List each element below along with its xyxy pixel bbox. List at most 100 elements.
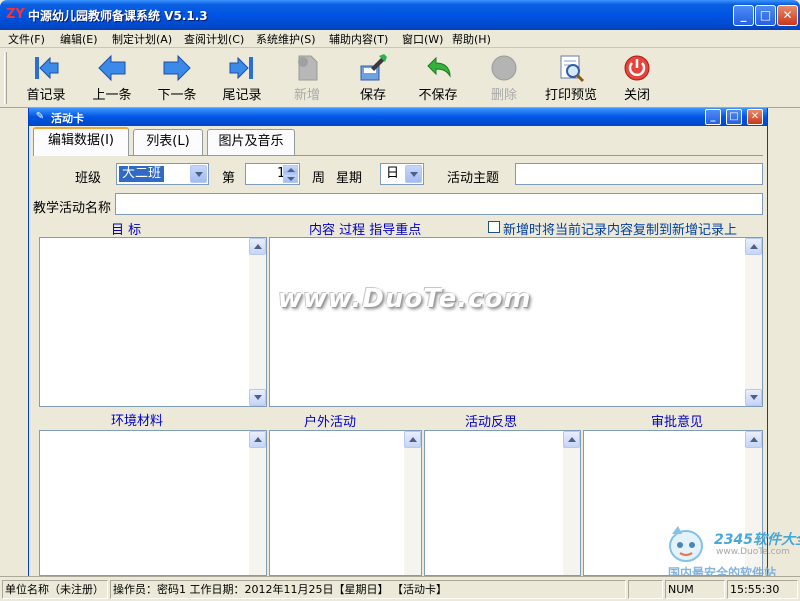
content-title: 内容 过程 指导重点 <box>309 223 422 238</box>
content-memo[interactable] <box>269 237 763 407</box>
menu-plan[interactable]: 制定计划(A) <box>112 31 172 47</box>
scroll-up-icon[interactable] <box>249 431 266 448</box>
mascot-icon <box>669 526 703 562</box>
menu-edit[interactable]: 编辑(E) <box>60 31 98 47</box>
save-button[interactable]: 保存 <box>341 50 405 106</box>
weekday-dropdown-button[interactable] <box>405 165 422 183</box>
child-maximize-button[interactable]: □ <box>726 109 742 125</box>
app-icon: ZY <box>6 7 25 22</box>
activity-card-window: ✎ 活动卡 _ □ ✕ 编辑数据(I) 列表(L) 图片及音乐 班级 大二班 第… <box>28 108 768 576</box>
app-titlebar: ZY 中源幼儿园教师备课系统 V5.1.3 _ □ ✕ <box>0 0 800 30</box>
left-arrow-icon <box>98 54 126 82</box>
theme-label: 活动主题 <box>447 171 500 186</box>
power-icon <box>624 55 650 81</box>
status-bar: 单位名称（未注册） 操作员：密码1 工作日期：2012年11月25日【星期日】 … <box>0 576 800 601</box>
menu-file[interactable]: 文件(F) <box>8 31 45 47</box>
copy-record-checkbox[interactable] <box>488 221 500 233</box>
copy-record-label[interactable]: 新增时将当前记录内容复制到新增记录上 <box>503 219 737 238</box>
close-window-button[interactable]: ✕ <box>777 5 798 26</box>
env-scrollbar[interactable] <box>249 431 266 575</box>
reflection-memo[interactable] <box>424 430 581 576</box>
child-minimize-button[interactable]: _ <box>705 109 721 125</box>
outdoor-scrollbar[interactable] <box>404 431 421 575</box>
scroll-up-icon[interactable] <box>249 238 266 255</box>
tab-list[interactable]: 列表(L) <box>133 129 203 155</box>
watermark-logo: 2345软件大全 www.DuoTe.com 国内最安全的软件站 <box>660 520 800 580</box>
scroll-up-icon[interactable] <box>745 431 762 448</box>
watermark-text: www.DuoTe.com <box>278 284 532 314</box>
goal-title: 目 标 <box>111 223 142 238</box>
scroll-up-icon[interactable] <box>563 431 580 448</box>
print-preview-icon <box>560 55 585 83</box>
content-scrollbar[interactable] <box>745 238 762 406</box>
weekday-label: 星期 <box>336 171 363 186</box>
theme-input[interactable] <box>515 163 763 185</box>
status-time: 15:55:30 <box>727 580 798 599</box>
last-record-button[interactable]: 尾记录 <box>210 50 274 106</box>
week-down-button[interactable] <box>283 174 298 183</box>
last-record-icon <box>229 56 253 80</box>
class-combo[interactable]: 大二班 <box>116 163 209 185</box>
env-memo[interactable] <box>39 430 267 576</box>
activity-name-input[interactable] <box>115 193 763 215</box>
class-label: 班级 <box>75 171 102 186</box>
window-icon: ✎ <box>35 111 45 122</box>
status-empty <box>628 580 663 599</box>
menu-window[interactable]: 窗口(W) <box>402 31 443 47</box>
logo-url: www.DuoTe.com <box>716 547 790 557</box>
delete-icon <box>491 55 517 81</box>
status-unit: 单位名称（未注册） <box>2 580 108 599</box>
new-document-icon <box>298 55 318 81</box>
status-info: 操作员：密码1 工作日期：2012年11月25日【星期日】 【活动卡】 <box>110 580 626 599</box>
goal-scrollbar[interactable] <box>249 238 266 406</box>
child-window-title: 活动卡 <box>51 112 84 125</box>
approval-title: 审批意见 <box>651 415 704 430</box>
menu-review[interactable]: 查阅计划(C) <box>184 31 244 47</box>
no-save-button[interactable]: 不保存 <box>406 50 470 106</box>
reflection-scrollbar[interactable] <box>563 431 580 575</box>
menu-system[interactable]: 系统维护(S) <box>256 31 316 47</box>
outdoor-title: 户外活动 <box>304 415 357 430</box>
status-num: NUM <box>665 580 725 599</box>
toolbar: 首记录 上一条 下一条 尾记录 新增 保存 不保存 删除 打印预览 关闭 <box>0 48 800 108</box>
week-suffix-label: 周 <box>312 171 326 186</box>
scroll-down-icon[interactable] <box>745 389 762 406</box>
maximize-button[interactable]: □ <box>755 5 776 26</box>
logo-text: 2345软件大全 <box>714 532 800 548</box>
weekday-combo[interactable]: 日 <box>380 163 424 185</box>
class-value: 大二班 <box>119 166 165 182</box>
save-icon <box>360 54 387 81</box>
env-title: 环境材料 <box>111 414 164 429</box>
next-record-button[interactable]: 下一条 <box>145 50 209 106</box>
reflection-title: 活动反思 <box>465 415 518 430</box>
first-record-icon <box>35 56 59 80</box>
add-record-button[interactable]: 新增 <box>275 50 339 106</box>
minimize-button[interactable]: _ <box>733 5 754 26</box>
child-titlebar: ✎ 活动卡 _ □ ✕ <box>29 108 767 126</box>
week-prefix-label: 第 <box>222 171 236 186</box>
toolbar-grip[interactable] <box>4 52 7 104</box>
tab-edit-data[interactable]: 编辑数据(I) <box>33 127 129 156</box>
window-title: 中源幼儿园教师备课系统 V5.1.3 <box>28 9 208 23</box>
right-arrow-icon <box>163 54 191 82</box>
menu-help[interactable]: 帮助(H) <box>452 31 491 47</box>
undo-arrow-icon <box>427 56 451 78</box>
activity-name-label: 教学活动名称 <box>33 201 112 216</box>
week-spinner[interactable]: 1 <box>245 163 300 185</box>
menu-bar: 文件(F) 编辑(E) 制定计划(A) 查阅计划(C) 系统维护(S) 辅助内容… <box>0 30 800 48</box>
scroll-up-icon[interactable] <box>404 431 421 448</box>
prev-record-button[interactable]: 上一条 <box>80 50 144 106</box>
scroll-down-icon[interactable] <box>249 389 266 406</box>
first-record-button[interactable]: 首记录 <box>14 50 78 106</box>
menu-aux[interactable]: 辅助内容(T) <box>329 31 388 47</box>
child-close-button[interactable]: ✕ <box>747 109 763 125</box>
print-preview-button[interactable]: 打印预览 <box>539 50 603 106</box>
scroll-up-icon[interactable] <box>745 238 762 255</box>
class-dropdown-button[interactable] <box>190 165 207 183</box>
week-up-button[interactable] <box>283 165 298 174</box>
outdoor-memo[interactable] <box>269 430 422 576</box>
tab-images-music[interactable]: 图片及音乐 <box>207 129 295 155</box>
goal-memo[interactable] <box>39 237 267 407</box>
delete-button[interactable]: 删除 <box>472 50 536 106</box>
close-button[interactable]: 关闭 <box>605 50 669 106</box>
